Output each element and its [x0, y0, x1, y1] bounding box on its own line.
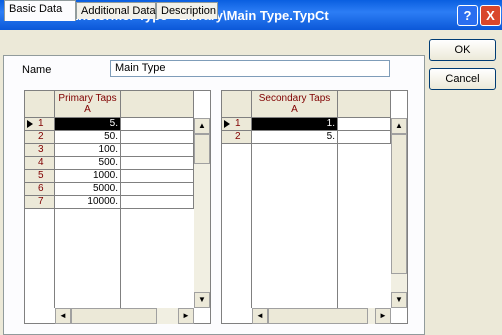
- secondary-taps-table[interactable]: Secondary Taps A ▲ ▼ ◄ ► 1 1. 2 5.: [221, 90, 408, 324]
- secondary-value-column: [337, 118, 338, 308]
- primary-empty-cell[interactable]: [121, 118, 194, 131]
- secondary-empty-cell[interactable]: [338, 118, 391, 131]
- secondary-taps-unit: A: [291, 104, 298, 115]
- primary-row-header[interactable]: 6: [25, 183, 55, 196]
- secondary-scroll-right-icon[interactable]: ►: [375, 308, 391, 324]
- secondary-tap-value-cell[interactable]: 5.: [252, 131, 338, 144]
- primary-taps-header: Primary Taps A: [55, 91, 121, 118]
- primary-empty-cell[interactable]: [121, 157, 194, 170]
- secondary-row-number: 1: [235, 118, 241, 129]
- primary-empty-cell[interactable]: [121, 170, 194, 183]
- primary-row-header[interactable]: 5: [25, 170, 55, 183]
- primary-tap-value-cell[interactable]: 5.: [55, 118, 121, 131]
- primary-hscroll-thumb[interactable]: [71, 308, 157, 324]
- secondary-scroll-up-icon[interactable]: ▲: [391, 118, 407, 134]
- primary-empty-cell[interactable]: [121, 144, 194, 157]
- primary-vertical-scrollbar[interactable]: ▲ ▼: [194, 118, 210, 308]
- secondary-row-header[interactable]: 1: [222, 118, 252, 131]
- dialog-window: Current Transformer Type - Library\Main …: [0, 0, 502, 335]
- primary-row-header[interactable]: 1: [25, 118, 55, 131]
- tab-additional-data[interactable]: Additional Data: [76, 2, 156, 19]
- secondary-scroll-left-icon[interactable]: ◄: [252, 308, 268, 324]
- secondary-row-header-column: [251, 144, 252, 308]
- secondary-taps-header: Secondary Taps A: [252, 91, 338, 118]
- primary-row-header[interactable]: 4: [25, 157, 55, 170]
- primary-tap-value-cell[interactable]: 500.: [55, 157, 121, 170]
- primary-scroll-down-icon[interactable]: ▼: [194, 292, 210, 308]
- primary-taps-unit: A: [84, 104, 91, 115]
- primary-empty-cell[interactable]: [121, 183, 194, 196]
- primary-scroll-left-icon[interactable]: ◄: [55, 308, 71, 324]
- primary-row-number: 7: [38, 196, 44, 207]
- primary-row-number: 3: [38, 144, 44, 155]
- secondary-vertical-scrollbar[interactable]: ▲ ▼: [391, 118, 407, 308]
- name-field[interactable]: Main Type: [110, 60, 390, 77]
- current-row-arrow-icon: [27, 120, 33, 128]
- secondary-row-header[interactable]: 2: [222, 131, 252, 144]
- primary-row-header[interactable]: 7: [25, 196, 55, 209]
- tab-description[interactable]: Description: [156, 2, 218, 19]
- primary-tap-value-cell[interactable]: 100.: [55, 144, 121, 157]
- help-button[interactable]: ?: [457, 5, 478, 26]
- primary-row-header-column: [54, 208, 55, 308]
- primary-tap-value-cell[interactable]: 5000.: [55, 183, 121, 196]
- primary-taps-table[interactable]: Primary Taps A ▲ ▼ ◄ ► 1 5. 2 50. 3 100. 4 500.…: [24, 90, 211, 324]
- secondary-corner-header: [222, 91, 252, 118]
- primary-row-number: 2: [38, 131, 44, 142]
- cancel-button[interactable]: Cancel: [429, 68, 496, 90]
- ok-button[interactable]: OK: [429, 39, 496, 61]
- primary-row-number: 5: [38, 170, 44, 181]
- tab-basic-data[interactable]: Basic Data: [4, 0, 76, 21]
- primary-taps-header-label: Primary Taps: [58, 93, 117, 104]
- primary-row-number: 1: [38, 118, 44, 129]
- primary-tap-value-cell[interactable]: 10000.: [55, 196, 121, 209]
- primary-scroll-right-icon[interactable]: ►: [178, 308, 194, 324]
- primary-empty-header: [121, 91, 194, 118]
- secondary-empty-cell[interactable]: [338, 131, 391, 144]
- primary-tap-value-cell[interactable]: 1000.: [55, 170, 121, 183]
- primary-row-number: 6: [38, 183, 44, 194]
- secondary-taps-header-label: Secondary Taps: [258, 93, 331, 104]
- current-row-arrow-icon: [224, 120, 230, 128]
- secondary-scroll-down-icon[interactable]: ▼: [391, 292, 407, 308]
- secondary-horizontal-scrollbar[interactable]: ◄ ►: [252, 308, 391, 324]
- primary-row-header[interactable]: 2: [25, 131, 55, 144]
- primary-tap-value-cell[interactable]: 50.: [55, 131, 121, 144]
- secondary-empty-header: [338, 91, 391, 118]
- primary-empty-cell[interactable]: [121, 131, 194, 144]
- name-label: Name: [22, 64, 52, 76]
- close-button[interactable]: X: [480, 5, 501, 26]
- primary-row-number: 4: [38, 157, 44, 168]
- primary-vscroll-thumb[interactable]: [194, 134, 210, 164]
- primary-row-header[interactable]: 3: [25, 144, 55, 157]
- primary-empty-cell[interactable]: [121, 196, 194, 209]
- secondary-hscroll-thumb[interactable]: [268, 308, 368, 324]
- primary-corner-header: [25, 91, 55, 118]
- primary-scroll-up-icon[interactable]: ▲: [194, 118, 210, 134]
- secondary-row-number: 2: [235, 131, 241, 142]
- secondary-tap-value-cell[interactable]: 1.: [252, 118, 338, 131]
- primary-horizontal-scrollbar[interactable]: ◄ ►: [55, 308, 194, 324]
- secondary-vscroll-thumb[interactable]: [391, 134, 407, 274]
